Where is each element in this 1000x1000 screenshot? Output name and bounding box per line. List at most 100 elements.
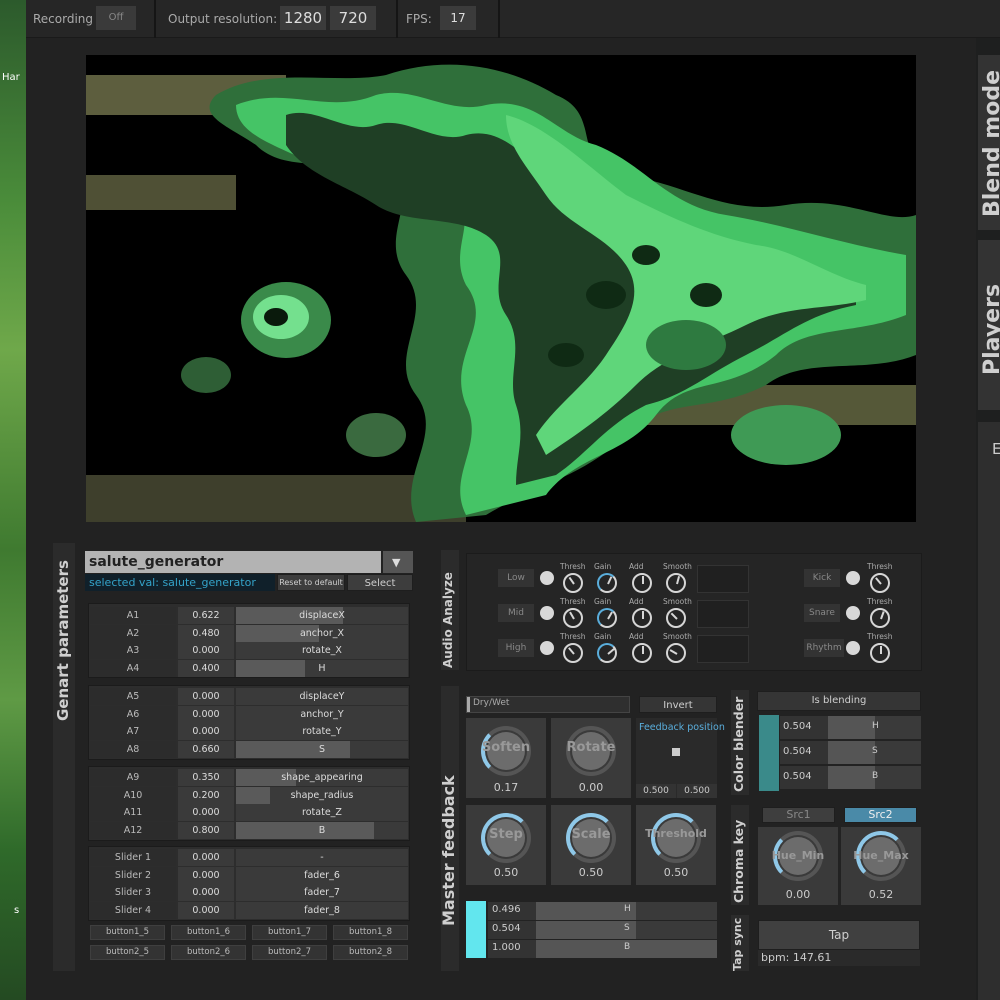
resolution-height-field[interactable]: 720 [330,6,376,30]
select-button[interactable]: Select [347,574,413,591]
dropdown-arrow-button[interactable]: ▼ [383,551,413,573]
param-slider[interactable]: shape_appearing [236,769,408,786]
feedback-color-row[interactable]: 0.504 S [488,921,717,939]
reset-to-default-button[interactable]: Reset to default [277,574,345,591]
param-value[interactable]: 0.400 [178,659,234,677]
feedback-position-handle[interactable] [672,748,680,756]
band-label-low[interactable]: Low [498,569,534,587]
param-value[interactable]: 0.480 [178,624,234,642]
param-row[interactable]: A1 0.622 displaceX [90,607,408,624]
recording-toggle[interactable]: Off [96,6,136,30]
audio-knob[interactable] [563,573,583,593]
genart-button[interactable]: button1_7 [252,925,327,940]
param-slider[interactable]: shape_radius [236,786,408,804]
param-row[interactable]: A2 0.480 anchor_X [90,624,408,642]
feedback-color-slider[interactable]: B [536,940,717,958]
param-value[interactable]: 0.350 [178,769,234,786]
param-slider[interactable]: H [236,659,408,677]
param-row[interactable]: A5 0.000 displaceY [90,688,408,705]
param-row[interactable]: A4 0.400 H [90,659,408,677]
param-slider[interactable]: B [236,821,408,839]
param-value[interactable]: 0.800 [178,821,234,839]
param-slider[interactable]: fader_7 [236,884,408,901]
param-row[interactable]: Slider 2 0.000 fader_6 [90,866,408,884]
genart-button[interactable]: button2_5 [90,945,165,960]
param-slider[interactable]: rotate_X [236,642,408,659]
genart-button[interactable]: button2_7 [252,945,327,960]
band-toggle-high[interactable] [540,641,554,655]
audio-knob[interactable] [597,573,617,593]
param-value[interactable]: 0.000 [178,901,234,919]
blend-color-swatch[interactable] [759,715,779,791]
band-toggle-mid[interactable] [540,606,554,620]
blend-color-slider[interactable]: H [828,716,921,739]
beat-label-kick[interactable]: Kick [804,569,840,587]
audio-knob[interactable] [632,643,652,663]
audio-knob[interactable] [563,608,583,628]
beat-label-rhythm[interactable]: Rhythm [804,639,844,657]
src2-button[interactable]: Src2 [844,807,917,823]
audio-knob[interactable] [666,573,686,593]
blend-color-slider[interactable]: S [828,741,921,764]
beat-knob[interactable] [870,608,890,628]
invert-button[interactable]: Invert [639,696,717,713]
feedback-color-swatch[interactable] [466,901,486,958]
genart-button[interactable]: button2_8 [333,945,408,960]
feedback-pos-x[interactable]: 0.500 [636,784,676,798]
src1-button[interactable]: Src1 [762,807,835,823]
feedback-pos-y[interactable]: 0.500 [677,784,717,798]
genart-button[interactable]: button1_5 [90,925,165,940]
audio-knob[interactable] [597,608,617,628]
resolution-width-field[interactable]: 1280 [280,6,326,30]
is-blending-toggle[interactable]: Is blending [757,691,921,711]
param-value[interactable]: 0.000 [178,723,234,740]
tab-players[interactable]: Players [978,240,1000,410]
audio-knob[interactable] [597,643,617,663]
blend-color-row[interactable]: 0.504 B [780,766,921,789]
param-value[interactable]: 0.000 [178,884,234,901]
beat-knob[interactable] [870,643,890,663]
band-label-mid[interactable]: Mid [498,604,534,622]
param-slider[interactable]: anchor_Y [236,705,408,723]
param-row[interactable]: A6 0.000 anchor_Y [90,705,408,723]
param-slider[interactable]: displaceX [236,607,408,624]
param-value[interactable]: 0.200 [178,786,234,804]
audio-knob[interactable] [563,643,583,663]
feedback-color-row[interactable]: 0.496 H [488,902,717,920]
param-slider[interactable]: S [236,740,408,758]
tab-blend-mode[interactable]: Blend mode [978,55,1000,230]
feedback-color-row[interactable]: 1.000 B [488,940,717,958]
param-value[interactable]: 0.000 [178,705,234,723]
param-slider[interactable]: fader_8 [236,901,408,919]
audio-knob[interactable] [666,643,686,663]
param-value[interactable]: 0.000 [178,642,234,659]
param-value[interactable]: 0.000 [178,688,234,705]
param-row[interactable]: A11 0.000 rotate_Z [90,804,408,821]
audio-knob[interactable] [632,608,652,628]
param-slider[interactable]: rotate_Z [236,804,408,821]
param-row[interactable]: Slider 1 0.000 - [90,849,408,866]
param-slider[interactable]: displaceY [236,688,408,705]
param-value[interactable]: 0.000 [178,866,234,884]
fps-field[interactable]: 17 [440,6,476,30]
param-row[interactable]: Slider 4 0.000 fader_8 [90,901,408,919]
band-label-high[interactable]: High [498,639,534,657]
blend-color-row[interactable]: 0.504 H [780,716,921,739]
band-toggle-low[interactable] [540,571,554,585]
param-value[interactable]: 0.000 [178,804,234,821]
param-row[interactable]: A7 0.000 rotate_Y [90,723,408,740]
param-row[interactable]: Slider 3 0.000 fader_7 [90,884,408,901]
param-slider[interactable]: anchor_X [236,624,408,642]
param-slider[interactable]: - [236,849,408,866]
desktop-icon-label[interactable]: Har [2,72,20,83]
genart-button[interactable]: button1_6 [171,925,246,940]
param-slider[interactable]: fader_6 [236,866,408,884]
param-value[interactable]: 0.660 [178,740,234,758]
param-row[interactable]: A8 0.660 S [90,740,408,758]
hue-min-knob[interactable]: Hue_Min [758,827,838,885]
param-row[interactable]: A3 0.000 rotate_X [90,642,408,659]
audio-knob[interactable] [666,608,686,628]
param-row[interactable]: A12 0.800 B [90,821,408,839]
tap-button[interactable]: Tap [758,920,920,950]
hue-max-knob[interactable]: Hue_Max [841,827,921,885]
